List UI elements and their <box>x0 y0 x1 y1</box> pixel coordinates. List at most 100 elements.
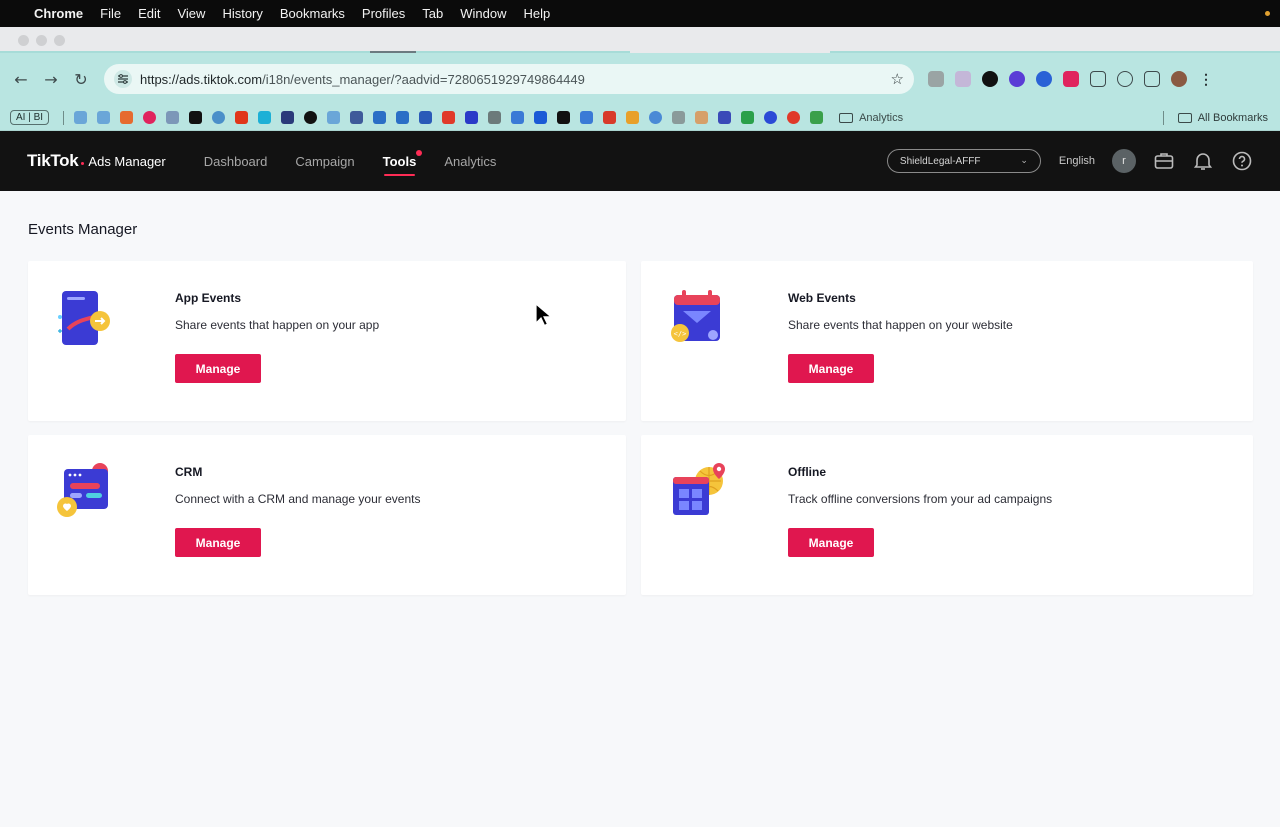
events-grid: App Events Share events that happen on y… <box>28 261 1253 595</box>
bookmark-icon[interactable] <box>212 111 226 124</box>
all-bookmarks[interactable]: All Bookmarks <box>1177 112 1268 124</box>
nav-campaign[interactable]: Campaign <box>295 134 354 189</box>
card-offline: Offline Track offline conversions from y… <box>641 435 1253 595</box>
bookmark-icon[interactable] <box>74 111 88 124</box>
menu-bookmarks[interactable]: Bookmarks <box>280 6 345 21</box>
bookmark-icon[interactable] <box>580 111 594 124</box>
briefcase-icon[interactable] <box>1153 150 1175 172</box>
menu-tab[interactable]: Tab <box>422 6 443 21</box>
bookmark-icon[interactable] <box>189 111 203 124</box>
link-extension-icon[interactable] <box>955 71 971 87</box>
bookmark-ai-bi[interactable]: AI | BI <box>10 110 50 125</box>
window-minimize-button[interactable] <box>36 34 47 46</box>
profile-extension-icon[interactable] <box>982 71 998 87</box>
window-close-button[interactable] <box>18 34 29 46</box>
code-extension-icon[interactable] <box>928 71 944 87</box>
bookmark-icon[interactable] <box>465 111 479 124</box>
bookmark-icon[interactable] <box>97 111 111 124</box>
bookmark-icon[interactable] <box>166 111 180 124</box>
help-icon[interactable] <box>1231 150 1253 172</box>
menu-help[interactable]: Help <box>524 6 551 21</box>
bookmark-icon[interactable] <box>672 111 686 124</box>
bell-icon[interactable] <box>1192 150 1214 172</box>
github-icon[interactable] <box>304 111 318 124</box>
address-url[interactable]: https://ads.tiktok.com/i18n/events_manag… <box>140 72 891 87</box>
tiktok-logo[interactable]: TikTok Ads Manager <box>27 151 166 171</box>
avatar[interactable]: r <box>1112 149 1136 173</box>
bookmark-icon[interactable] <box>764 111 778 124</box>
language-switch[interactable]: English <box>1059 155 1095 167</box>
menu-file[interactable]: File <box>100 6 121 21</box>
bookmark-icon[interactable] <box>235 111 249 124</box>
manage-web-events-button[interactable]: Manage <box>788 354 874 383</box>
menu-window[interactable]: Window <box>460 6 506 21</box>
manage-offline-button[interactable]: Manage <box>788 528 874 557</box>
active-tab-indicator[interactable] <box>370 51 416 53</box>
nav-dashboard[interactable]: Dashboard <box>204 134 268 189</box>
address-bar[interactable]: https://ads.tiktok.com/i18n/events_manag… <box>104 64 914 94</box>
site-settings-icon[interactable] <box>114 70 132 88</box>
puzzle-icon[interactable] <box>1090 71 1106 87</box>
bookmark-icon[interactable] <box>143 111 157 124</box>
menu-chrome[interactable]: Chrome <box>34 6 83 21</box>
mouse-cursor-icon <box>535 303 551 327</box>
burst-extension-icon[interactable] <box>1009 71 1025 87</box>
nav-analytics[interactable]: Analytics <box>444 134 496 189</box>
analytics-icon[interactable] <box>626 111 640 124</box>
crm-illustration <box>57 463 108 517</box>
drive-icon[interactable] <box>741 111 755 124</box>
bookmark-icon[interactable] <box>120 111 134 124</box>
window-zoom-button[interactable] <box>54 34 65 46</box>
side-panel-icon[interactable] <box>1144 71 1160 87</box>
star-icon[interactable]: ☆ <box>891 70 904 88</box>
bookmark-icon[interactable] <box>327 111 341 124</box>
office-icon[interactable] <box>603 111 617 124</box>
brand-name: TikTok <box>27 151 79 170</box>
bookmark-icon[interactable] <box>718 111 732 124</box>
menu-history[interactable]: History <box>222 6 262 21</box>
c-extension-icon[interactable] <box>1036 71 1052 87</box>
bookmark-icon[interactable] <box>511 111 525 124</box>
product-name: Ads Manager <box>88 153 166 169</box>
tiktok-icon[interactable] <box>557 111 571 124</box>
bookmark-icon[interactable] <box>258 111 272 124</box>
bookmark-folder-analytics[interactable]: Analytics <box>839 112 903 124</box>
bookmark-icon[interactable] <box>281 111 295 124</box>
logo-dot <box>81 162 85 165</box>
tab-group-accent <box>830 51 1280 53</box>
manage-crm-button[interactable]: Manage <box>175 528 261 557</box>
menu-view[interactable]: View <box>177 6 205 21</box>
app-extension-icon[interactable] <box>1063 71 1079 87</box>
account-selector[interactable]: ShieldLegal-AFFF ⌄ <box>886 149 1041 173</box>
bookmark-separator <box>1163 110 1164 125</box>
more-menu-icon[interactable]: ⋮ <box>1198 71 1214 87</box>
bookmark-icon[interactable] <box>695 111 709 124</box>
reload-icon[interactable]: ↻ <box>70 68 92 90</box>
status-dot-icon <box>1265 11 1270 16</box>
bookmark-icon[interactable] <box>373 111 387 124</box>
card-body: Web Events Share events that happen on y… <box>788 285 1013 397</box>
menu-profiles[interactable]: Profiles <box>362 6 405 21</box>
bookmark-icon[interactable] <box>396 111 410 124</box>
profile-avatar[interactable] <box>1171 71 1187 87</box>
bookmark-icon[interactable] <box>488 111 502 124</box>
nav-tools-label: Tools <box>382 153 417 169</box>
notification-dot <box>416 149 423 156</box>
back-arrow-icon[interactable]: ← <box>10 68 32 90</box>
nav-tools[interactable]: Tools <box>382 134 423 189</box>
bookmark-icon[interactable] <box>350 111 364 124</box>
bookmark-icon[interactable] <box>810 111 824 124</box>
card-description: Connect with a CRM and manage your event… <box>175 492 421 506</box>
meta-icon[interactable] <box>534 111 548 124</box>
bookmark-icon[interactable] <box>787 111 801 124</box>
card-title: CRM <box>175 465 203 479</box>
manage-app-events-button[interactable]: Manage <box>175 354 261 383</box>
header-right: ShieldLegal-AFFF ⌄ English r <box>886 149 1253 173</box>
sync-icon[interactable] <box>1117 71 1133 87</box>
menu-edit[interactable]: Edit <box>138 6 160 21</box>
google-icon[interactable] <box>649 111 663 124</box>
card-title: App Events <box>175 291 242 305</box>
bookmark-icon[interactable] <box>419 111 433 124</box>
forward-arrow-icon[interactable]: → <box>40 68 62 90</box>
bookmark-icon[interactable] <box>442 111 456 124</box>
